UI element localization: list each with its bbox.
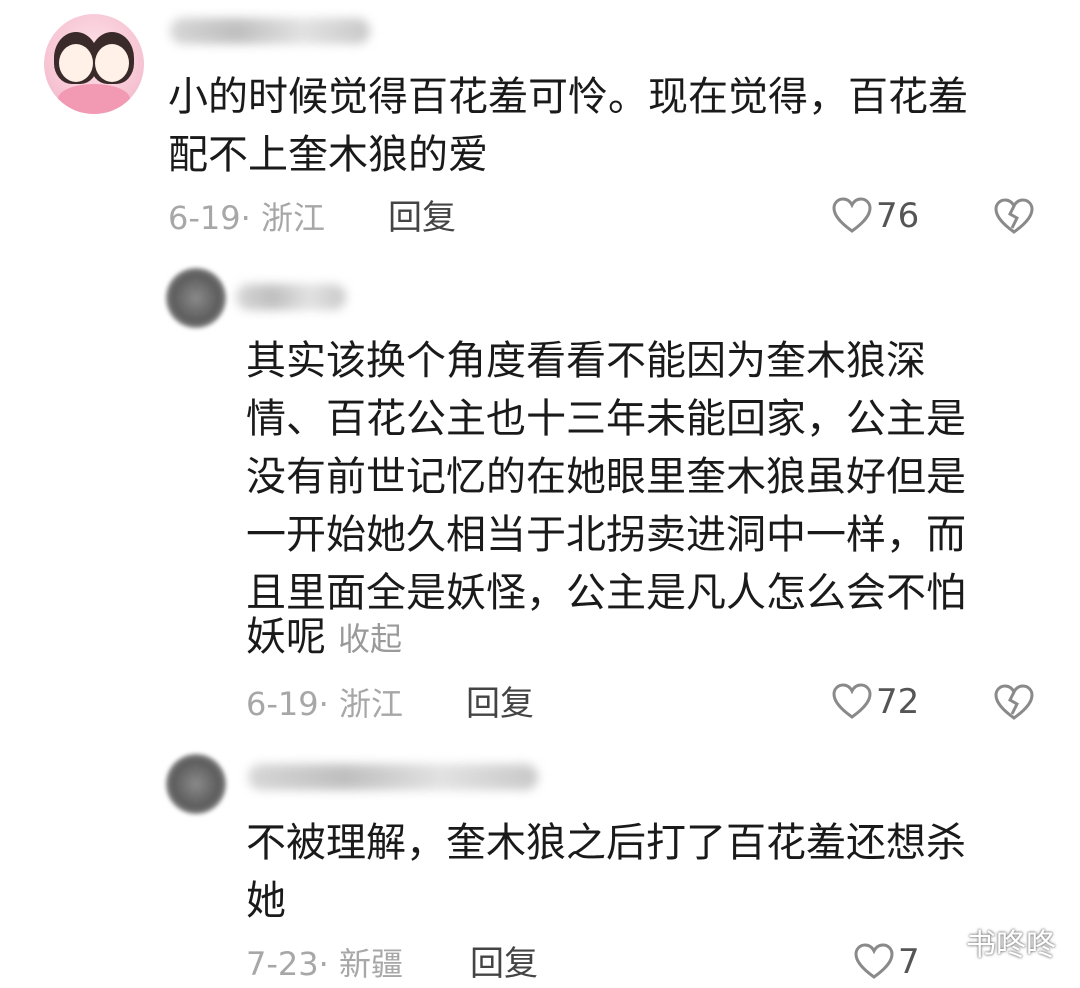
collapse-button[interactable]: 收起	[338, 620, 402, 658]
like-count: 7	[898, 942, 920, 982]
avatar-body	[58, 84, 130, 114]
comment-text-line: 她	[246, 878, 286, 924]
avatar-face	[59, 44, 93, 82]
watermark: 书咚咚	[918, 920, 1056, 964]
heart-outline-icon	[832, 683, 872, 719]
username-blurred[interactable]	[236, 284, 346, 310]
like-count: 76	[876, 196, 920, 236]
like-count: 72	[876, 682, 920, 722]
reply-button[interactable]: 回复	[466, 684, 534, 724]
avatar[interactable]	[166, 754, 226, 814]
wechat-icon	[918, 925, 958, 957]
avatar[interactable]	[44, 14, 144, 114]
comment-date-location: 6-19· 浙江	[246, 685, 403, 723]
comment-text-last-line: 妖呢 收起	[246, 608, 402, 668]
avatar[interactable]	[166, 268, 226, 328]
comment-text-line: 情、百花公主也十三年未能回家，公主是	[246, 396, 966, 442]
avatar-face	[95, 44, 129, 82]
broken-heart-icon[interactable]	[994, 684, 1034, 722]
like-button[interactable]: 7	[854, 942, 920, 982]
heart-outline-icon	[832, 197, 872, 233]
reply-button[interactable]: 回复	[388, 198, 456, 238]
heart-outline-icon	[854, 943, 894, 979]
like-button[interactable]: 76	[832, 196, 919, 236]
comment-text-line: 配不上奎木狼的爱	[168, 132, 488, 178]
username-blurred[interactable]	[170, 18, 370, 44]
reply-button[interactable]: 回复	[470, 944, 538, 984]
comment-text-line: 不被理解，奎木狼之后打了百花羞还想杀	[246, 820, 966, 866]
comment-date-location: 7-23· 新疆	[246, 945, 403, 983]
comment-text-line: 妖呢	[246, 614, 326, 660]
watermark-text: 书咚咚	[966, 928, 1056, 963]
comment-text-line: 一开始她久相当于北拐卖进洞中一样，而	[246, 512, 966, 558]
comment-text-line: 其实该换个角度看看不能因为奎木狼深	[246, 338, 926, 384]
comment-text-line: 小的时候觉得百花羞可怜。现在觉得，百花羞	[168, 74, 968, 120]
broken-heart-icon[interactable]	[994, 198, 1034, 236]
username-blurred[interactable]	[248, 764, 538, 790]
like-button[interactable]: 72	[832, 682, 919, 722]
comment-text-line: 没有前世记忆的在她眼里奎木狼虽好但是	[246, 454, 966, 500]
comment-date-location: 6-19· 浙江	[168, 199, 325, 237]
